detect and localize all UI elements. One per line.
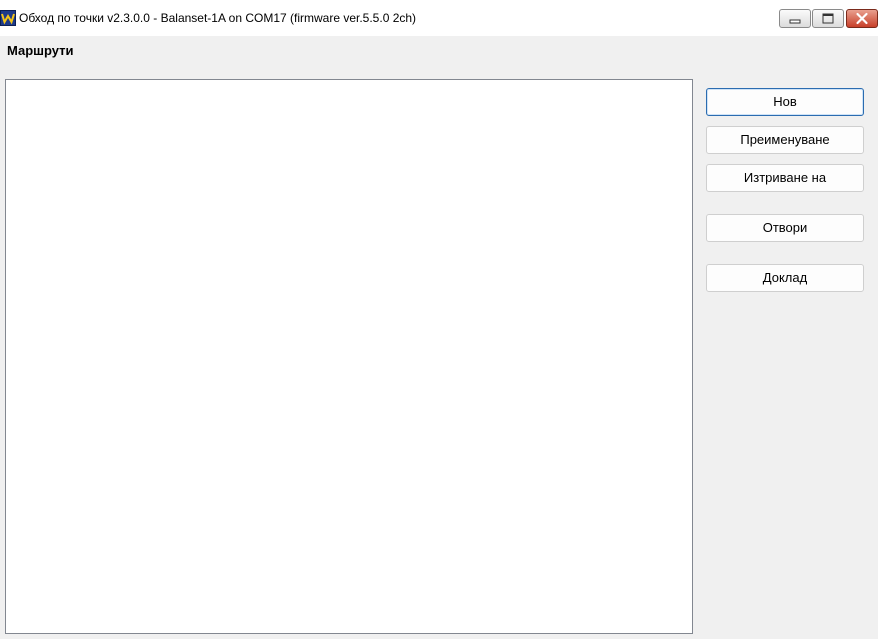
app-logo-icon[interactable]: [0, 10, 16, 26]
routes-list[interactable]: [5, 79, 693, 634]
maximize-button[interactable]: [812, 9, 844, 28]
maximize-icon: [822, 13, 834, 24]
minimize-button[interactable]: [779, 9, 811, 28]
delete-button[interactable]: Изтриване на: [706, 164, 864, 192]
minimize-icon: [789, 19, 801, 24]
new-button[interactable]: Нов: [706, 88, 864, 116]
rename-button[interactable]: Преименуване: [706, 126, 864, 154]
open-button[interactable]: Отвори: [706, 214, 864, 242]
window-title: Обход по точки v2.3.0.0 - Balanset-1A on…: [19, 11, 417, 25]
title-bar: Обход по точки v2.3.0.0 - Balanset-1A on…: [0, 0, 878, 36]
report-button[interactable]: Доклад: [706, 264, 864, 292]
close-button[interactable]: [846, 9, 878, 28]
close-icon: [856, 12, 868, 25]
routes-label: Маршрути: [7, 43, 74, 58]
